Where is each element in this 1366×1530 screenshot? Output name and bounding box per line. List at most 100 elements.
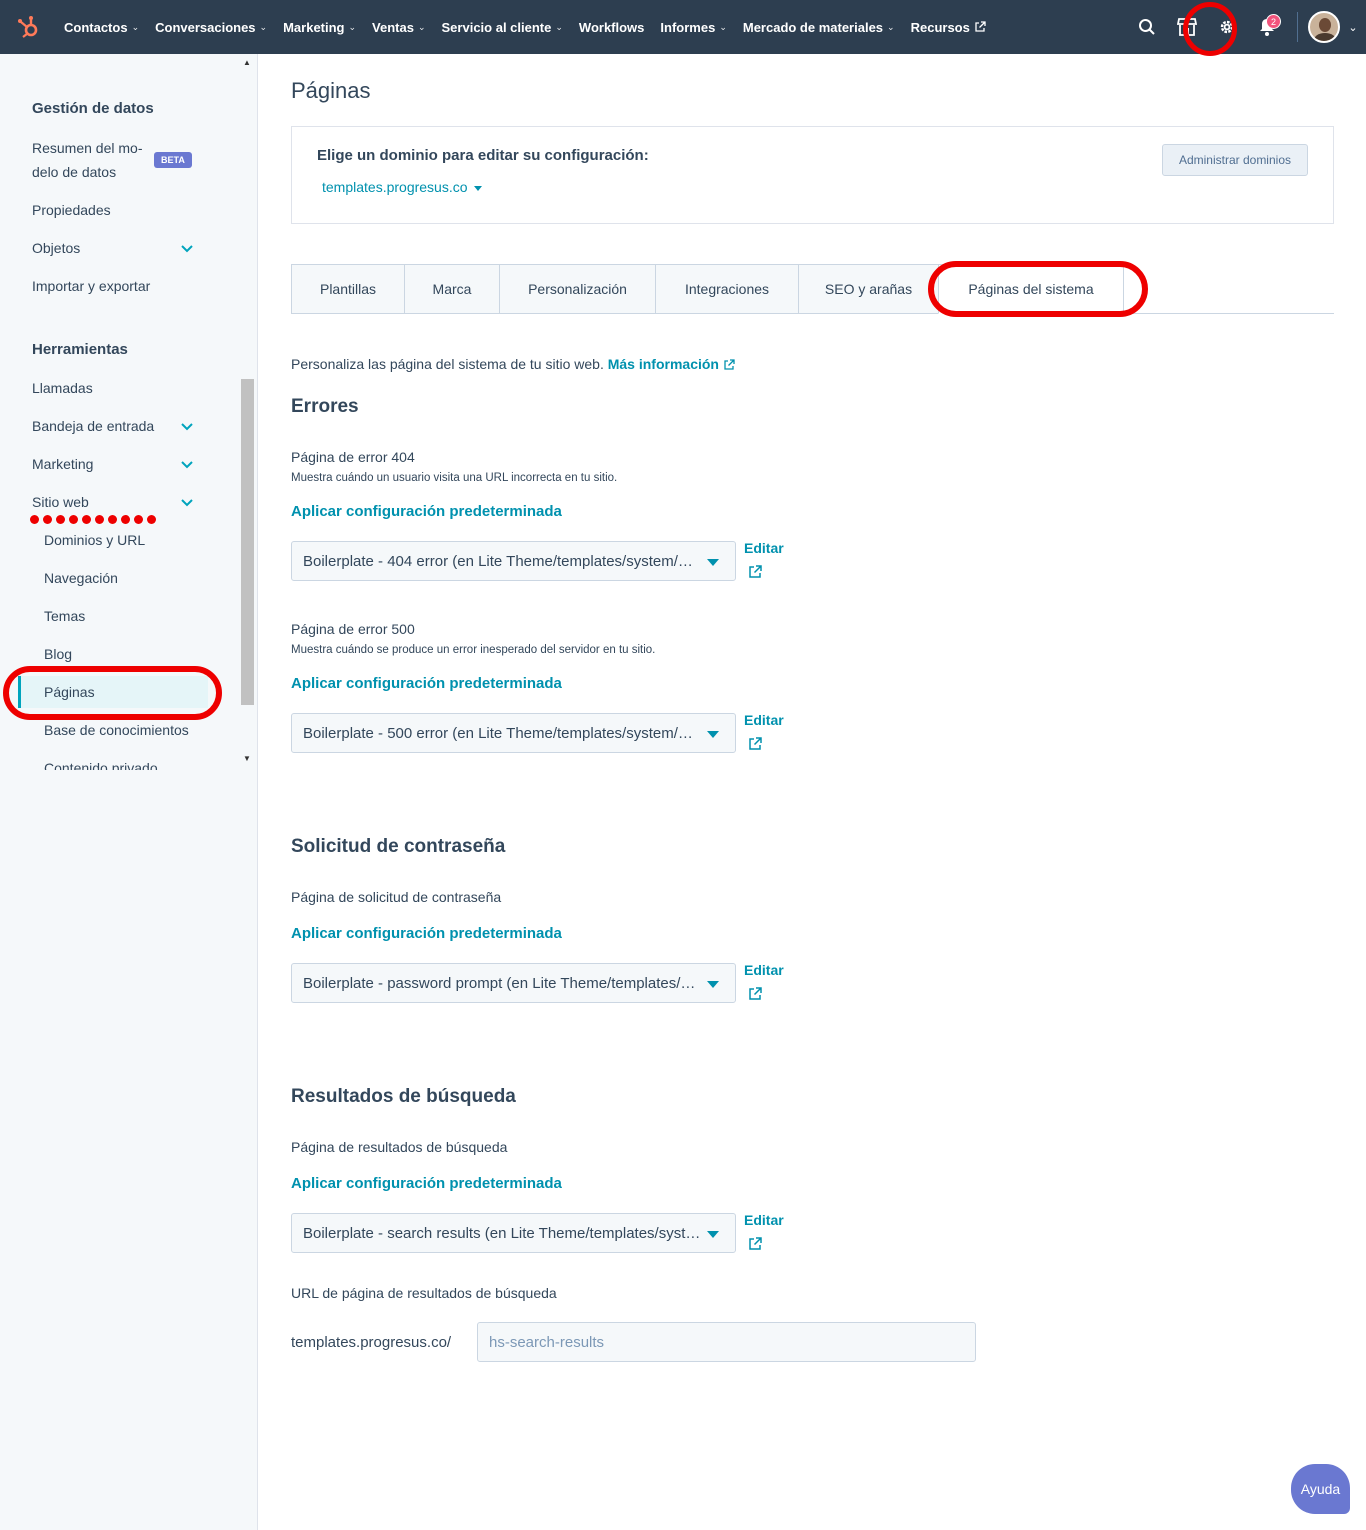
scroll-up-icon[interactable]: ▲ — [243, 58, 251, 67]
chevron-down-icon[interactable] — [180, 242, 194, 256]
external-link-icon[interactable] — [723, 359, 735, 371]
nav-contactos[interactable]: Contactos ⌄ — [56, 20, 147, 35]
external-link-icon[interactable] — [748, 987, 762, 1001]
password-prompt-select[interactable]: Boilerplate - password prompt (en Lite T… — [291, 963, 736, 1003]
tab-plantillas[interactable]: Plantillas — [291, 264, 405, 314]
section-title-errores: Errores — [291, 396, 359, 417]
tab-seo[interactable]: SEO y arañas — [798, 264, 939, 314]
page-title: Páginas — [291, 78, 371, 103]
tab-marca[interactable]: Marca — [404, 264, 500, 314]
external-link-icon[interactable] — [748, 1237, 762, 1251]
main-content: Páginas Elige un dominio para editar su … — [258, 54, 1366, 1530]
sidebar-item-sitio-web[interactable]: Sitio web — [32, 494, 89, 510]
search-url-input[interactable] — [477, 1322, 976, 1362]
caret-down-icon — [707, 1231, 719, 1238]
sidebar-item-resumen-cont[interactable]: delo de datos — [32, 164, 116, 180]
search-results-select[interactable]: Boilerplate - search results (en Lite Th… — [291, 1213, 736, 1253]
nav-informes[interactable]: Informes ⌄ — [652, 20, 734, 35]
nav-conversaciones-label: Conversaciones — [155, 19, 256, 35]
intro-text-body: Personaliza las página del sistema de tu… — [291, 356, 604, 372]
apply-default-search-link[interactable]: Aplicar configuración predeterminada — [291, 1175, 562, 1192]
tab-integraciones[interactable]: Integraciones — [655, 264, 799, 314]
section-title-search: Resultados de búsqueda — [291, 1086, 516, 1107]
chevron-down-icon: ⌄ — [887, 21, 895, 32]
external-link-icon — [975, 21, 986, 32]
caret-down-icon — [707, 559, 719, 566]
edit-500-link[interactable]: Editar — [744, 712, 784, 728]
nav-recursos[interactable]: Recursos — [903, 20, 994, 35]
beta-badge: BETA — [154, 152, 192, 168]
help-button[interactable]: Ayuda — [1291, 1464, 1350, 1514]
search-url-prefix: templates.progresus.co/ — [291, 1334, 452, 1351]
nav-conversaciones[interactable]: Conversaciones ⌄ — [147, 20, 275, 35]
sidebar-item-blog[interactable]: Blog — [44, 646, 72, 662]
hubspot-logo-icon[interactable] — [0, 0, 56, 54]
error-404-value: Boilerplate - 404 error (en Lite Theme/t… — [303, 552, 701, 570]
manage-domains-button[interactable]: Administrar dominios — [1161, 144, 1308, 176]
sidebar-item-base-conocimientos[interactable]: Base de conocimientos — [44, 722, 189, 738]
domain-dropdown[interactable]: templates.progresus.co — [322, 179, 482, 195]
nav-mercado-label: Mercado de materiales — [742, 19, 884, 35]
sidebar-item-dominios[interactable]: Dominios y URL — [44, 532, 145, 548]
chevron-down-icon: ⌄ — [555, 21, 563, 32]
sidebar-item-propiedades[interactable]: Propiedades — [32, 202, 111, 218]
chevron-down-icon: ⌄ — [348, 21, 357, 32]
tab-paginas-sistema[interactable]: Páginas del sistema — [938, 264, 1124, 314]
nav-ventas[interactable]: Ventas ⌄ — [364, 20, 433, 35]
error-500-value: Boilerplate - 500 error (en Lite Theme/t… — [303, 724, 701, 742]
sidebar-item-navegacion[interactable]: Navegación — [44, 570, 118, 586]
chevron-down-icon[interactable] — [180, 420, 194, 434]
error-404-select[interactable]: Boilerplate - 404 error (en Lite Theme/t… — [291, 541, 736, 581]
chevron-down-icon[interactable] — [180, 458, 194, 472]
apply-default-password-link[interactable]: Aplicar configuración predeterminada — [291, 925, 562, 942]
sidebar-item-contenido-privado[interactable]: Contenido privado — [44, 760, 224, 770]
sidebar-item-objetos[interactable]: Objetos — [32, 240, 80, 256]
sidebar-item-contenido-privado-clip: Contenido privado — [44, 758, 224, 770]
nav-marketing[interactable]: Marketing ⌄ — [275, 20, 364, 35]
label-error-404: Página de error 404 — [291, 449, 415, 465]
bell-icon[interactable]: 2 — [1247, 0, 1287, 54]
error-500-select[interactable]: Boilerplate - 500 error (en Lite Theme/t… — [291, 713, 736, 753]
apply-default-500-link[interactable]: Aplicar configuración predeterminada — [291, 675, 562, 692]
scroll-down-icon[interactable]: ▼ — [243, 754, 251, 763]
sidebar-item-llamadas[interactable]: Llamadas — [32, 380, 93, 396]
nav-servicio[interactable]: Servicio al cliente ⌄ — [434, 20, 571, 35]
sidebar-item-temas[interactable]: Temas — [44, 608, 85, 624]
domain-selector-card: Elige un dominio para editar su configur… — [291, 126, 1334, 224]
nav-contactos-label: Contactos — [64, 19, 128, 35]
search-icon[interactable] — [1127, 0, 1167, 54]
chevron-up-icon[interactable] — [180, 496, 194, 510]
sidebar-item-bandeja[interactable]: Bandeja de entrada — [32, 418, 154, 434]
sidebar-item-paginas[interactable]: Páginas — [44, 684, 95, 700]
external-link-icon[interactable] — [748, 565, 762, 579]
sidebar-scrollbar[interactable]: ▲ ▼ — [239, 54, 256, 769]
chevron-down-icon: ⌄ — [259, 21, 268, 32]
more-info-link[interactable]: Más información — [608, 356, 719, 372]
external-link-icon[interactable] — [748, 737, 762, 751]
chevron-down-icon[interactable]: ⌄ — [1340, 0, 1366, 54]
nav-workflows[interactable]: Workflows — [571, 20, 653, 35]
settings-tabs: Plantillas Marca Personalización Integra… — [291, 264, 1334, 314]
edit-search-link[interactable]: Editar — [744, 1212, 784, 1228]
caret-down-icon — [473, 185, 482, 191]
edit-password-link[interactable]: Editar — [744, 962, 784, 978]
more-info-label: Más información — [607, 356, 719, 372]
section-title-gestion: Gestión de datos — [32, 100, 154, 117]
sidebar-item-resumen[interactable]: Resumen del mo- — [32, 140, 143, 156]
label-error-500: Página de error 500 — [291, 621, 415, 637]
tab-personalizacion[interactable]: Personalización — [499, 264, 656, 314]
nav-mercado[interactable]: Mercado de materiales ⌄ — [735, 20, 903, 35]
scrollbar-thumb[interactable] — [241, 379, 254, 705]
marketplace-icon[interactable] — [1167, 0, 1207, 54]
dotted-underline — [30, 515, 160, 524]
apply-default-404-link[interactable]: Aplicar configuración predeterminada — [291, 503, 562, 520]
gear-icon[interactable] — [1207, 0, 1247, 54]
sidebar-item-importar[interactable]: Importar y exportar — [32, 278, 150, 294]
label-search-results: Página de resultados de búsqueda — [291, 1139, 508, 1155]
sidebar-item-marketing[interactable]: Marketing — [32, 456, 93, 472]
edit-404-link[interactable]: Editar — [744, 540, 784, 556]
domain-label: Elige un dominio para editar su configur… — [317, 147, 649, 164]
avatar[interactable] — [1308, 11, 1340, 43]
notification-badge: 2 — [1266, 14, 1281, 29]
nav-informes-label: Informes — [660, 19, 716, 35]
